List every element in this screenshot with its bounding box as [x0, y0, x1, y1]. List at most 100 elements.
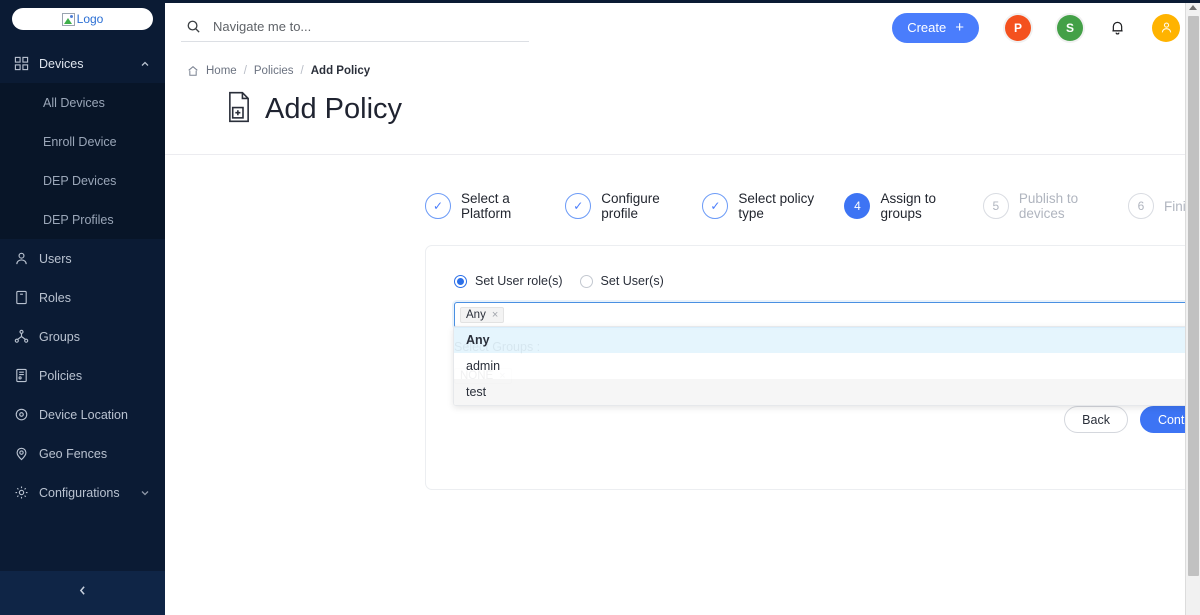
share-nodes-icon	[14, 329, 29, 344]
page-title: Add Policy	[265, 93, 402, 126]
sidebar-item-device-location[interactable]: Device Location	[0, 395, 165, 434]
sidebar-item-label: Geo Fences	[39, 447, 107, 461]
dropdown-option-any[interactable]: Any ✓	[454, 327, 1200, 353]
breadcrumb-item-add-policy: Add Policy	[311, 65, 370, 77]
assignment-mode-radios: Set User role(s) Set User(s)	[454, 274, 1200, 288]
step-publish-to-devices: 5 Publish to devices	[983, 191, 1102, 221]
step-label: Select policy type	[738, 191, 818, 221]
sidebar-item-dep-devices[interactable]: DEP Devices	[0, 161, 165, 200]
radio-set-users[interactable]: Set User(s)	[580, 274, 664, 288]
grid-icon	[14, 56, 29, 71]
scrollbar-thumb[interactable]	[1188, 16, 1199, 576]
step-select-policy-type[interactable]: ✓ Select policy type	[702, 191, 818, 221]
roles-dropdown-menu: Any ✓ admin test	[453, 326, 1200, 406]
sidebar-item-configurations[interactable]: Configurations	[0, 473, 165, 512]
step-bubble: ✓	[425, 193, 451, 219]
bell-icon[interactable]	[1109, 19, 1126, 36]
location-pin-icon	[14, 407, 29, 422]
sidebar-item-label: Devices	[39, 57, 83, 71]
dropdown-option-test[interactable]: test	[454, 379, 1200, 405]
page-title-row: Add Policy	[187, 77, 1200, 154]
logo-alt-text: Logo	[77, 12, 104, 26]
create-button-label: Create	[907, 20, 946, 35]
assign-groups-card: Set User role(s) Set User(s) Any × Selec…	[425, 245, 1200, 490]
content-area: ✓ Select a Platform ✓ Configure profile …	[165, 155, 1200, 490]
sidebar-item-label: Device Location	[39, 408, 128, 422]
main-area: Create + P S	[165, 0, 1200, 615]
sidebar-item-dep-profiles[interactable]: DEP Profiles	[0, 200, 165, 239]
sidebar-item-roles[interactable]: Roles	[0, 278, 165, 317]
dropdown-option-admin[interactable]: admin	[454, 353, 1200, 379]
logo[interactable]: Logo	[12, 8, 153, 30]
sidebar-item-geo-fences[interactable]: Geo Fences	[0, 434, 165, 473]
topbar: Create + P S	[165, 0, 1200, 55]
window-top-strip	[0, 0, 1200, 3]
step-configure-profile[interactable]: ✓ Configure profile	[565, 191, 676, 221]
sidebar-item-label: Policies	[39, 369, 82, 383]
broken-image-icon	[62, 13, 75, 26]
sidebar-item-label: Roles	[39, 291, 71, 305]
sidebar-item-devices[interactable]: Devices	[0, 44, 165, 83]
breadcrumb-separator: /	[301, 65, 304, 77]
page-header-block: Home / Policies / Add Policy Add Policy	[165, 55, 1200, 155]
sidebar-item-enroll-device[interactable]: Enroll Device	[0, 122, 165, 161]
search-icon	[186, 19, 201, 34]
sidebar-item-label: Configurations	[39, 486, 120, 500]
step-label: Select a Platform	[461, 191, 539, 221]
devices-subnav: All Devices Enroll Device DEP Devices DE…	[0, 83, 165, 239]
step-bubble: 5	[983, 193, 1009, 219]
sidebar-item-policies[interactable]: Policies	[0, 356, 165, 395]
chevron-up-icon[interactable]	[139, 58, 151, 70]
radio-set-user-roles[interactable]: Set User role(s)	[454, 274, 563, 288]
sidebar-nav: Devices All Devices Enroll Device DEP De…	[0, 44, 165, 571]
dropdown-option-label: test	[466, 385, 486, 399]
breadcrumb-item-home[interactable]: Home	[206, 65, 237, 77]
step-bubble: 4	[844, 193, 870, 219]
step-assign-to-groups[interactable]: 4 Assign to groups	[844, 191, 956, 221]
stepper: ✓ Select a Platform ✓ Configure profile …	[165, 191, 1200, 221]
back-button[interactable]: Back	[1064, 406, 1128, 433]
app-root: Logo Devices All Devices	[0, 0, 1200, 615]
step-bubble: ✓	[565, 193, 591, 219]
user-avatar[interactable]	[1152, 14, 1180, 42]
search-input[interactable]	[213, 19, 529, 34]
search-container	[181, 19, 529, 42]
step-label: Assign to groups	[880, 191, 956, 221]
create-button[interactable]: Create +	[892, 13, 979, 43]
step-bubble: 6	[1128, 193, 1154, 219]
dropdown-option-label: admin	[466, 359, 500, 373]
plus-icon: +	[955, 20, 964, 35]
vertical-scrollbar[interactable]	[1185, 0, 1200, 615]
dropdown-option-label: Any	[466, 333, 490, 347]
radio-button-icon	[454, 275, 467, 288]
policy-document-icon	[14, 368, 29, 383]
breadcrumb-item-policies[interactable]: Policies	[254, 65, 294, 77]
sidebar-item-all-devices[interactable]: All Devices	[0, 83, 165, 122]
radio-button-icon	[580, 275, 593, 288]
radio-label: Set User(s)	[601, 274, 664, 288]
breadcrumb: Home / Policies / Add Policy	[187, 55, 1200, 77]
profile-badge-s[interactable]: S	[1057, 15, 1083, 41]
sidebar-item-label: Groups	[39, 330, 80, 344]
sidebar-item-users[interactable]: Users	[0, 239, 165, 278]
sidebar-item-label: Users	[39, 252, 72, 266]
tag-remove-icon[interactable]: ×	[492, 309, 498, 321]
step-bubble: ✓	[702, 193, 728, 219]
sidebar-item-groups[interactable]: Groups	[0, 317, 165, 356]
chevron-down-icon[interactable]	[139, 487, 151, 499]
step-select-a-platform[interactable]: ✓ Select a Platform	[425, 191, 539, 221]
gear-icon	[14, 485, 29, 500]
profile-badge-p[interactable]: P	[1005, 15, 1031, 41]
sidebar: Logo Devices All Devices	[0, 0, 165, 615]
chevron-left-icon	[76, 584, 89, 602]
id-card-icon	[14, 290, 29, 305]
logo-container: Logo	[0, 0, 165, 30]
tag-label: Any	[466, 309, 486, 321]
sidebar-collapse-button[interactable]	[0, 571, 165, 615]
radio-label: Set User role(s)	[475, 274, 563, 288]
home-icon	[187, 65, 199, 77]
selected-tag: Any ×	[460, 307, 504, 323]
card-actions: Back Continue	[454, 406, 1200, 433]
user-icon	[14, 251, 29, 266]
user-roles-select[interactable]: Any ×	[454, 302, 1200, 328]
